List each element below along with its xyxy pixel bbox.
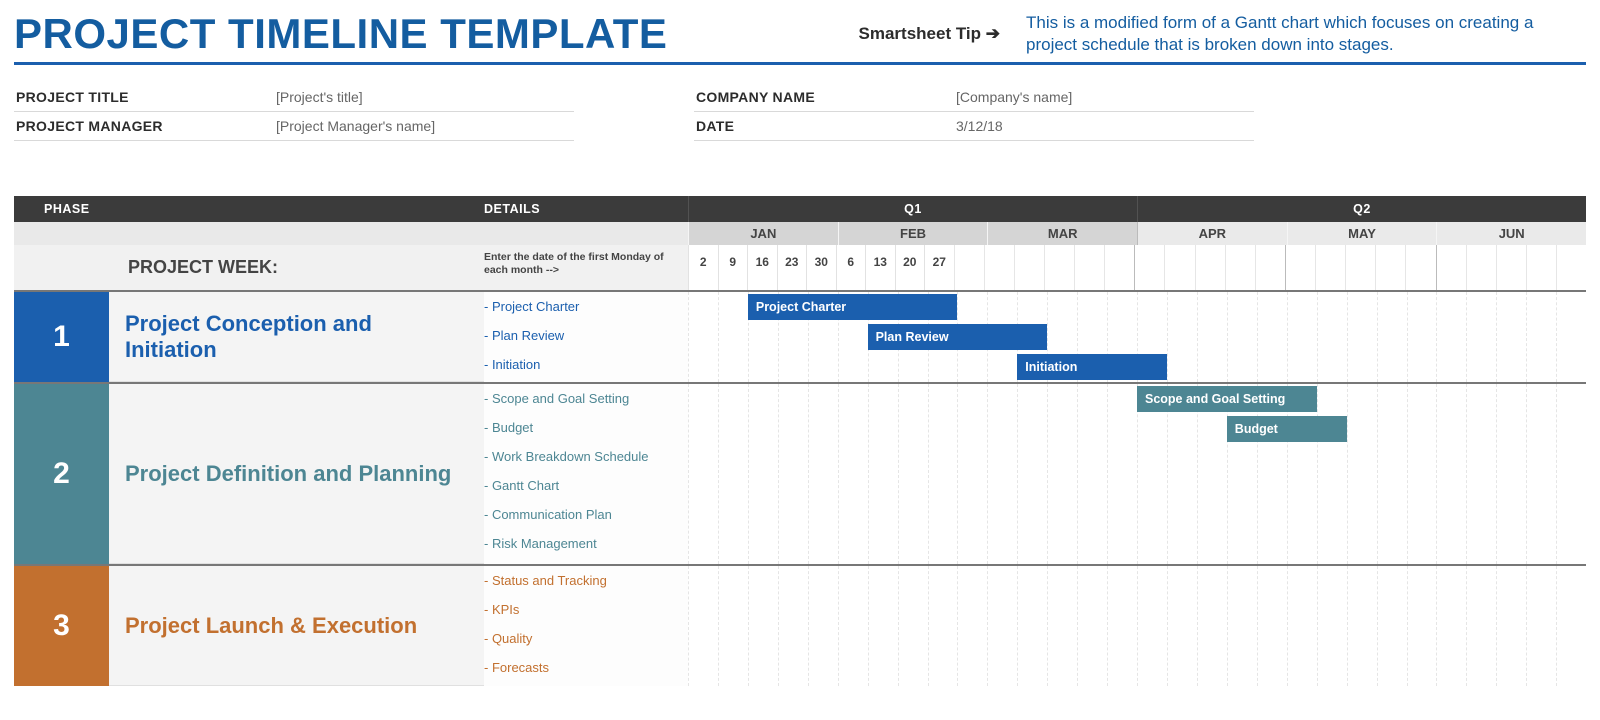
col-details: DETAILS <box>484 196 688 222</box>
gantt-area: Project Charter Plan Review Initiation <box>688 292 1586 382</box>
meta-value[interactable]: [Project's title] <box>276 89 363 105</box>
phase-title: Project Conception and Initiation <box>125 311 468 363</box>
phase-title: Project Definition and Planning <box>125 461 451 487</box>
tip-text: This is a modified form of a Gantt chart… <box>1026 12 1586 56</box>
meta-label: COMPANY NAME <box>696 89 956 105</box>
month-header: MAY <box>1287 222 1437 245</box>
meta-field: DATE 3/12/18 <box>694 112 1254 141</box>
project-week-label: PROJECT WEEK: <box>128 245 484 290</box>
phase-row: 2 Project Definition and Planning - Scope … <box>14 382 1586 564</box>
month-header: JAN <box>688 222 838 245</box>
quarter-header: Q2 <box>1137 196 1586 222</box>
week-number: 20 <box>895 245 925 290</box>
week-number: 16 <box>747 245 777 290</box>
header-bar: PROJECT TIMELINE TEMPLATE Smartsheet Tip… <box>14 10 1586 65</box>
detail-item: - Communication Plan <box>484 500 688 529</box>
month-header: APR <box>1137 222 1287 245</box>
detail-item: - Scope and Goal Setting <box>484 384 688 413</box>
meta-value[interactable]: [Project Manager's name] <box>276 118 435 134</box>
quarter-header: Q1 <box>688 196 1137 222</box>
month-header: JUN <box>1436 222 1586 245</box>
week-number: 2 <box>688 245 718 290</box>
weeks-area: 291623306132027 <box>688 245 1586 290</box>
gantt-area <box>688 566 1586 686</box>
phase-number: 2 <box>14 384 109 564</box>
detail-item: - Gantt Chart <box>484 471 688 500</box>
detail-item: - Quality <box>484 624 688 653</box>
detail-item: - Work Breakdown Schedule <box>484 442 688 471</box>
detail-item: - KPIs <box>484 595 688 624</box>
meta-label: PROJECT MANAGER <box>16 118 276 134</box>
meta-field: PROJECT TITLE [Project's title] <box>14 83 574 112</box>
phase-row: 1 Project Conception and Initiation - Proj… <box>14 290 1586 382</box>
detail-item: - Status and Tracking <box>484 566 688 595</box>
meta-value[interactable]: [Company's name] <box>956 89 1072 105</box>
meta-label: DATE <box>696 118 956 134</box>
phase-row: 3 Project Launch & Execution - Status and … <box>14 564 1586 686</box>
gantt-bar[interactable]: Scope and Goal Setting <box>1137 386 1317 412</box>
gantt-area: Scope and Goal Setting Budget <box>688 384 1586 564</box>
meta-field: COMPANY NAME [Company's name] <box>694 83 1254 112</box>
tip-link[interactable]: Smartsheet Tip ➔ <box>859 24 1000 44</box>
phase-number: 1 <box>14 292 109 382</box>
phase-number: 3 <box>14 566 109 686</box>
meta-value[interactable]: 3/12/18 <box>956 118 1003 134</box>
detail-item: - Plan Review <box>484 321 688 350</box>
meta-field: PROJECT MANAGER [Project Manager's name] <box>14 112 574 141</box>
week-hint: Enter the date of the first Monday of ea… <box>484 245 688 290</box>
week-number: 27 <box>924 245 954 290</box>
meta-label: PROJECT TITLE <box>16 89 276 105</box>
col-phase: PHASE <box>14 196 484 222</box>
detail-item: - Forecasts <box>484 653 688 682</box>
gantt-bar[interactable]: Plan Review <box>868 324 1048 350</box>
week-number: 30 <box>806 245 836 290</box>
meta-right: COMPANY NAME [Company's name] DATE 3/12/… <box>694 83 1254 141</box>
gantt-bar[interactable]: Project Charter <box>748 294 958 320</box>
page-title: PROJECT TIMELINE TEMPLATE <box>14 10 667 58</box>
phase-title: Project Launch & Execution <box>125 613 417 639</box>
detail-item: - Budget <box>484 413 688 442</box>
meta-left: PROJECT TITLE [Project's title] PROJECT … <box>14 83 574 141</box>
week-number: 13 <box>865 245 895 290</box>
week-number: 23 <box>777 245 807 290</box>
gantt-bar[interactable]: Initiation <box>1017 354 1167 380</box>
detail-item: - Project Charter <box>484 292 688 321</box>
timeline: PHASE DETAILS Q1 Q2 JANFEBMARAPRMAYJUN P… <box>14 196 1586 686</box>
month-header: FEB <box>838 222 988 245</box>
month-header: MAR <box>987 222 1137 245</box>
gantt-bar[interactable]: Budget <box>1227 416 1347 442</box>
detail-item: - Initiation <box>484 350 688 379</box>
week-number: 6 <box>836 245 866 290</box>
week-number: 9 <box>718 245 748 290</box>
detail-item: - Risk Management <box>484 529 688 558</box>
